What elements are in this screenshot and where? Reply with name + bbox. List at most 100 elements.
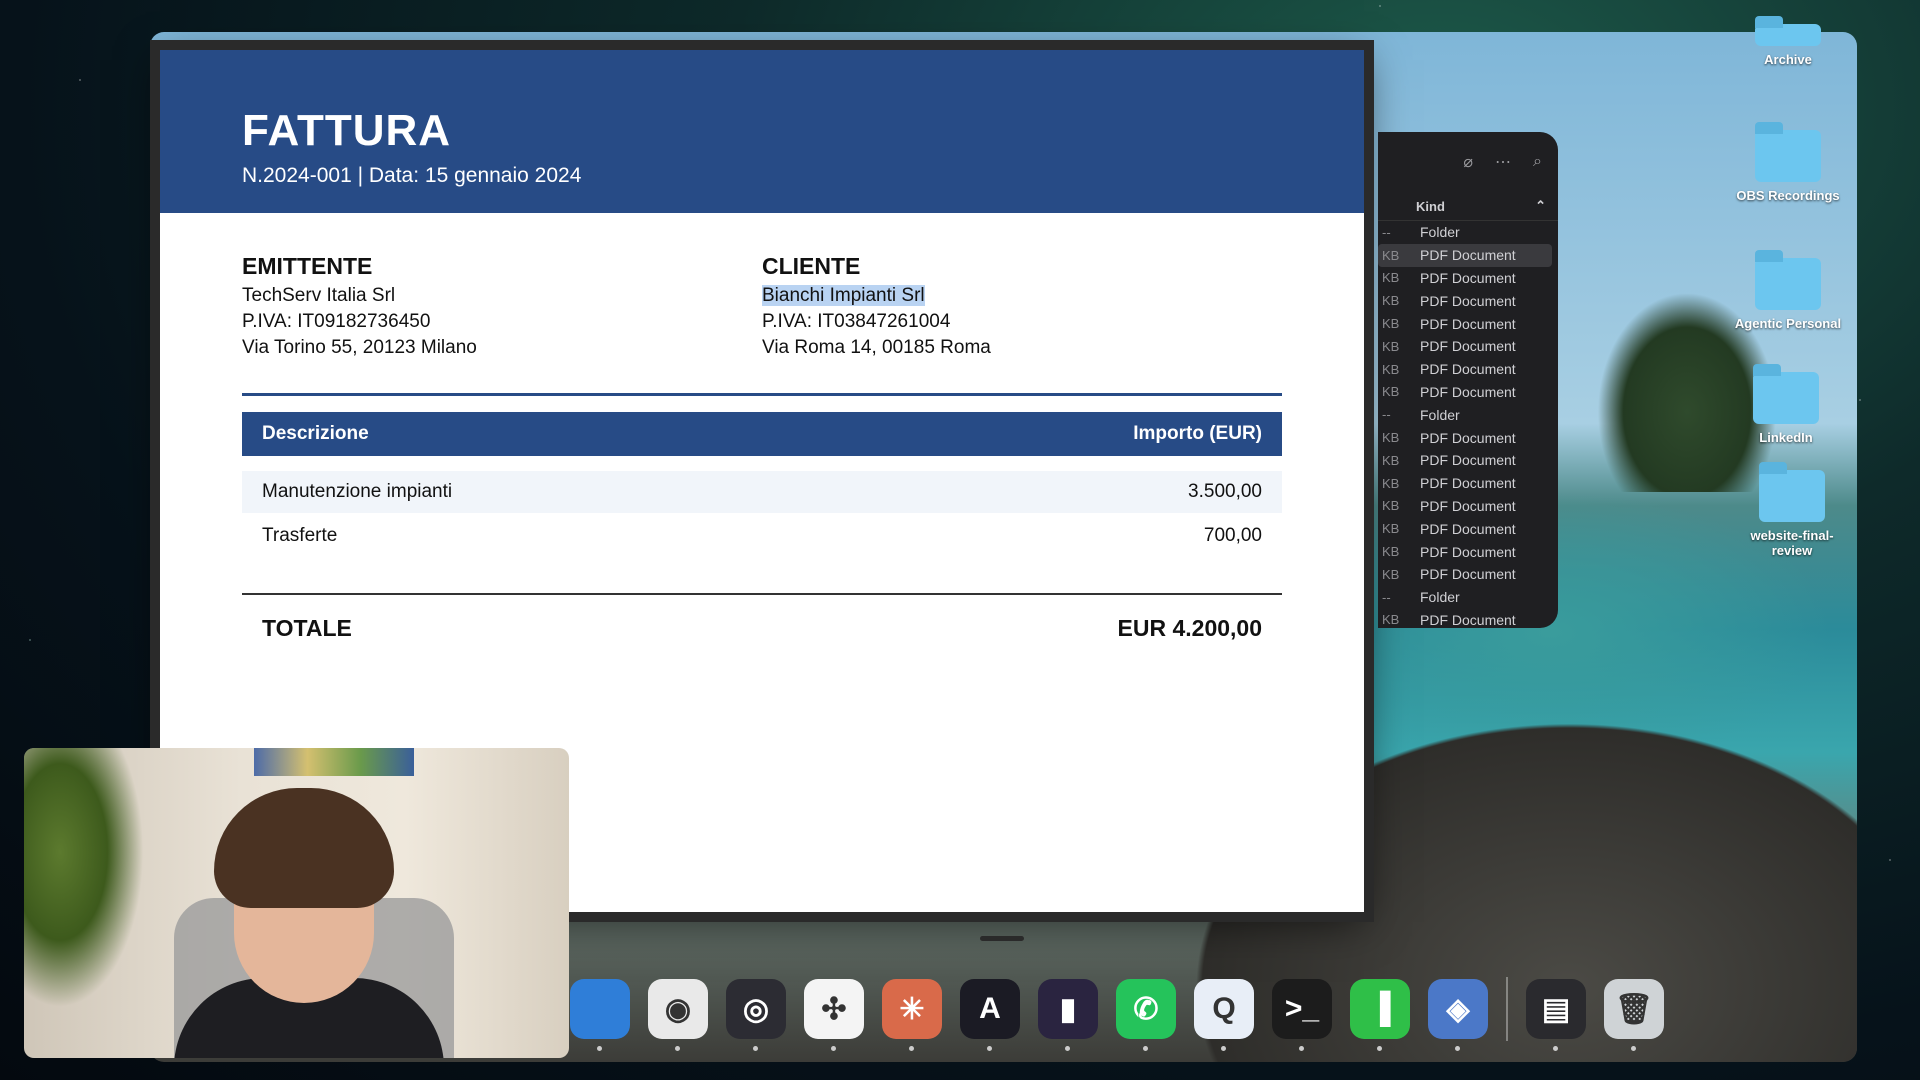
chrome-app-icon[interactable]: ◉ [648,979,708,1051]
row-amount: 3.500,00 [1188,481,1262,502]
finder-row[interactable]: -- Folder [1378,403,1558,426]
finder-row-kind: PDF Document [1420,497,1516,514]
finder-row[interactable]: KB PDF Document [1378,449,1558,472]
terminal-app-glyph: >_ [1284,992,1320,1025]
issuer-vat[interactable]: P.IVA: IT09182736450 [242,309,762,335]
finder-row-kind: Folder [1420,589,1460,606]
issuer-name[interactable]: TechServ Italia Srl [242,283,762,309]
webcam-books [254,748,414,776]
running-indicator [1631,1046,1636,1051]
client-vat[interactable]: P.IVA: IT03847261004 [762,309,1282,335]
person-hair [214,788,394,908]
finder-row-size: KB [1382,566,1400,582]
finder-row[interactable]: KB PDF Document [1378,312,1558,335]
finder-row-kind: PDF Document [1420,292,1516,309]
audio-app-icon[interactable]: ▮ [1038,979,1098,1051]
tag-icon[interactable]: ⌀ [1463,152,1473,172]
client-name-selected[interactable]: Bianchi Impianti Srl [762,285,925,306]
client-block: CLIENTE Bianchi Impianti Srl P.IVA: IT03… [762,253,1282,361]
desktop-folder-linkedin[interactable]: LinkedIn [1726,364,1846,445]
finder-row-size: KB [1382,293,1400,309]
desktop-folder-obs-recordings[interactable]: OBS Recordings [1728,122,1848,203]
desktop-folder-agentic-personal[interactable]: Agentic Personal [1728,250,1848,331]
finder-app-icon[interactable] [570,979,630,1051]
table-row[interactable]: Manutenzione impianti 3.500,00 [242,471,1282,513]
webcam-person [174,788,444,1058]
finder-row-kind: PDF Document [1420,475,1516,492]
finder-row[interactable]: KB PDF Document [1378,358,1558,381]
finder-row-kind: PDF Document [1420,429,1516,446]
column-kind-label: Kind [1416,198,1445,214]
finder-row-size: KB [1382,270,1400,286]
finder-row-size: KB [1382,361,1400,377]
issuer-address[interactable]: Via Torino 55, 20123 Milano [242,335,762,361]
finder-row[interactable]: -- Folder [1378,221,1558,244]
running-indicator [1377,1046,1382,1051]
finder-row[interactable]: KB PDF Document [1378,289,1558,312]
dock: ◉ ◎ ✣ ✳ A ▮ ✆ Q >_ ▐ ◈ ▤ 🗑 [560,962,1674,1056]
finder-row-kind: PDF Document [1420,611,1516,628]
desktop-folder-label: LinkedIn [1759,430,1813,445]
finder-row[interactable]: KB PDF Document [1378,472,1558,495]
finder-row-size: KB [1382,452,1400,468]
slack-app-icon[interactable]: ✣ [804,979,864,1051]
claude-app-icon[interactable]: ✳ [882,979,942,1051]
whatsapp-app-glyph: ✆ [1133,992,1159,1026]
finder-row[interactable]: KB PDF Document [1378,540,1558,563]
row-description: Trasferte [262,525,338,546]
preview-app-glyph: ◈ [1446,992,1470,1026]
running-indicator [675,1046,680,1051]
trash-glyph: 🗑 [1614,992,1654,1026]
obs-app-icon[interactable]: ◎ [726,979,786,1051]
finder-rows: -- Folder KB PDF Document KB PDF Document KB PD… [1378,221,1558,628]
finder-row[interactable]: KB PDF Document [1378,267,1558,290]
finder-row-size: -- [1382,589,1391,605]
running-indicator [1553,1046,1558,1051]
issuer-block: EMITTENTE TechServ Italia Srl P.IVA: IT0… [242,253,762,361]
finder-row[interactable]: KB PDF Document [1378,426,1558,449]
quicktime-app-icon[interactable]: Q [1194,979,1254,1051]
finder-window[interactable]: ⌀ ⋯ ⌕ Kind ⌃ -- Folder KB PDF Document KB PDF… [1378,132,1558,628]
arc-app-icon[interactable]: A [960,979,1020,1051]
invoice-title: FATTURA [242,106,452,155]
numbers-app-icon[interactable]: ▐ [1350,979,1410,1051]
search-icon[interactable]: ⌕ [1533,153,1542,171]
recent-window-thumbnail-glyph: ▤ [1541,992,1571,1026]
finder-row[interactable]: KB PDF Document [1378,381,1558,404]
running-indicator [1299,1046,1304,1051]
column-description: Descrizione [262,423,369,444]
finder-row-kind: PDF Document [1420,247,1516,264]
finder-row[interactable]: KB PDF Document [1378,563,1558,586]
trash-icon[interactable]: 🗑 [1604,979,1664,1051]
terminal-app-icon[interactable]: >_ [1272,979,1332,1051]
more-icon[interactable]: ⋯ [1495,152,1511,172]
running-indicator [909,1046,914,1051]
finder-row[interactable]: KB PDF Document [1378,495,1558,518]
finder-row-kind: PDF Document [1420,338,1516,355]
finder-row-kind: PDF Document [1420,452,1516,469]
finder-column-kind[interactable]: Kind ⌃ [1378,192,1558,221]
total-label: TOTALE [262,614,352,641]
finder-row-size: KB [1382,498,1400,514]
desktop-folder-archive[interactable]: Archive [1728,16,1848,67]
client-address[interactable]: Via Roma 14, 00185 Roma [762,335,1282,361]
finder-row-kind: PDF Document [1420,383,1516,400]
section-divider [242,393,1282,396]
slack-app-glyph: ✣ [821,992,847,1026]
folder-icon [1759,462,1825,522]
table-row[interactable]: Trasferte 700,00 [242,515,1282,557]
finder-row[interactable]: KB PDF Document [1378,243,1552,267]
finder-row[interactable]: KB PDF Document [1378,609,1558,628]
desktop-folder-label: Archive [1764,52,1812,67]
client-heading: CLIENTE [762,253,861,279]
finder-row-size: KB [1382,247,1400,263]
invoice-number-date[interactable]: N.2024-001 | Data: 15 gennaio 2024 [242,164,1364,188]
finder-row[interactable]: -- Folder [1378,586,1558,609]
finder-row[interactable]: KB PDF Document [1378,517,1558,540]
desktop-folder-website-final-review[interactable]: website-final-review [1732,462,1852,558]
preview-app-icon[interactable]: ◈ [1428,979,1488,1051]
finder-row-kind: PDF Document [1420,566,1516,583]
whatsapp-app-icon[interactable]: ✆ [1116,979,1176,1051]
finder-row[interactable]: KB PDF Document [1378,335,1558,358]
recent-window-thumbnail-icon[interactable]: ▤ [1526,979,1586,1051]
